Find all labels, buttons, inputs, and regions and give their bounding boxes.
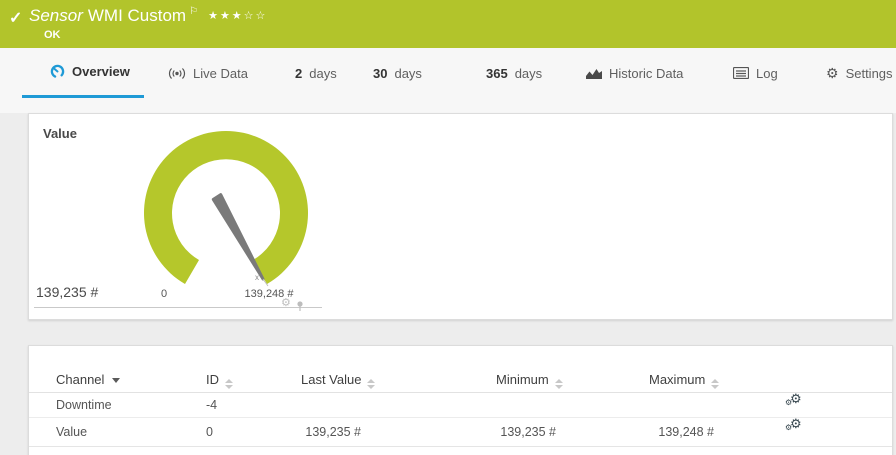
gauge-current-value: 139,235 # [36, 284, 98, 300]
sort-icons [555, 379, 563, 389]
status-badge: OK [44, 29, 61, 41]
gauge-settings-gear-icon[interactable]: ⚙ [281, 296, 291, 309]
tab-live-data[interactable]: Live Data [168, 48, 248, 98]
sort-desc-icon [112, 378, 120, 383]
sensor-title: Sensor WMI Custom⚐ ★★★☆☆ [29, 6, 267, 26]
log-list-icon [733, 67, 749, 79]
gauge-scale-min: 0 [144, 288, 184, 300]
channel-minimum: 139,235 # [476, 418, 556, 447]
tab-number: 30 [373, 66, 387, 81]
tab-bar: Overview Live Data 2 days 30 days 365 da… [0, 48, 896, 113]
gauge-needle [213, 195, 263, 279]
sort-icons [711, 379, 719, 389]
channel-name: Value [56, 418, 87, 447]
sort-icons [367, 379, 375, 389]
table-row-value: Value 0 139,235 # 139,235 # 139,248 # ⚙⚙ [29, 418, 892, 447]
area-chart-icon [586, 67, 602, 79]
gauge-pin-icon[interactable] [296, 299, 304, 317]
tab-label: Settings [846, 66, 893, 81]
tab-label: Overview [72, 64, 130, 79]
column-header-id[interactable]: ID [206, 372, 233, 389]
gauge-value-marker: x [255, 273, 259, 282]
tab-365-days[interactable]: 365 days [486, 48, 542, 98]
tab-label: days [515, 66, 542, 81]
live-signal-icon [168, 67, 186, 80]
column-header-minimum[interactable]: Minimum [496, 372, 563, 389]
sensor-status-header: ✓ Sensor WMI Custom⚐ ★★★☆☆ OK [0, 0, 896, 48]
flag-icon[interactable]: ⚐ [189, 6, 198, 17]
gear-icon: ⚙ [826, 65, 839, 82]
tab-number: 365 [486, 66, 508, 81]
tab-overview[interactable]: Overview [22, 48, 144, 98]
tab-historic-data[interactable]: Historic Data [586, 48, 683, 98]
channel-id: 0 [206, 418, 213, 447]
tab-label: days [394, 66, 421, 81]
sensor-name: WMI Custom [88, 6, 186, 25]
tab-label: Live Data [193, 66, 248, 81]
table-header-row: Channel ID Last Value Minimum Maximum [29, 346, 892, 393]
column-header-label: Minimum [496, 372, 549, 387]
tab-2-days[interactable]: 2 days [295, 48, 337, 98]
tab-number: 2 [295, 66, 302, 81]
column-header-label: ID [206, 372, 219, 387]
tab-label: Historic Data [609, 66, 683, 81]
sort-icons [225, 379, 233, 389]
column-header-channel[interactable]: Channel [56, 372, 120, 387]
column-header-label: Last Value [301, 372, 361, 387]
column-header-label: Channel [56, 372, 104, 387]
gauge-icon [50, 64, 65, 79]
table-row-downtime: Downtime -4 ⚙⚙ [29, 393, 892, 418]
column-header-label: Maximum [649, 372, 705, 387]
tab-settings[interactable]: ⚙ Settings [826, 48, 893, 98]
column-header-maximum[interactable]: Maximum [649, 372, 719, 389]
priority-stars[interactable]: ★★★☆☆ [208, 10, 267, 22]
tab-label: Log [756, 66, 778, 81]
object-kind-label: Sensor [29, 6, 83, 25]
channel-name: Downtime [56, 393, 112, 418]
gauge-panel: Value x 139,235 # 0 139,248 # ⚙ [28, 113, 893, 320]
channel-id: -4 [206, 393, 217, 418]
channel-table-panel: Channel ID Last Value Minimum Maximum Do… [28, 345, 893, 455]
gauge-widget-divider [34, 307, 322, 308]
column-header-last-value[interactable]: Last Value [301, 372, 375, 389]
channel-last-value: 139,235 # [281, 418, 361, 447]
tab-log[interactable]: Log [733, 48, 778, 98]
ok-check-icon: ✓ [9, 8, 22, 28]
channel-maximum: 139,248 # [634, 418, 714, 447]
tab-label: days [309, 66, 336, 81]
tab-30-days[interactable]: 30 days [373, 48, 422, 98]
